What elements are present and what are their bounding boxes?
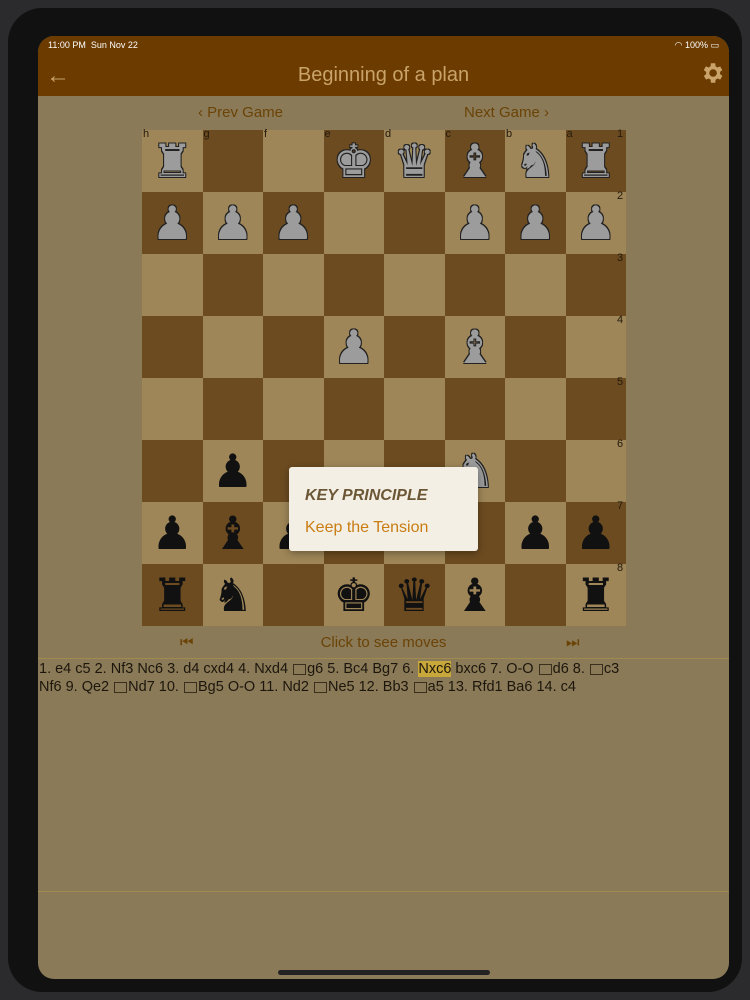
rank-label: 5 [617,376,624,388]
file-label: g [203,128,210,140]
black-piece[interactable]: ♟ [566,502,627,564]
last-move-icon[interactable]: ⏭ [566,634,580,651]
battery-status: ◠ 100% ▭ [674,40,719,50]
next-game-button[interactable]: Next Game › [464,104,549,121]
move-text[interactable]: Bg5 O-O 11. Nd2 [198,679,313,695]
board-square[interactable] [444,378,505,440]
current-move[interactable]: Nxc6 [418,661,452,677]
board-square[interactable] [202,316,263,378]
board-square[interactable] [505,440,566,502]
board-square[interactable] [323,378,384,440]
white-piece[interactable]: ♟ [445,192,506,254]
white-piece[interactable]: ♝ [445,130,506,192]
popup-heading: KEY PRINCIPLE [305,487,428,504]
white-piece[interactable]: ♝ [445,316,506,378]
page-title: Beginning of a plan [297,64,470,86]
white-piece[interactable]: ♟ [505,192,566,254]
board-square[interactable] [263,378,324,440]
gear-icon[interactable] [699,60,725,86]
board-square[interactable] [142,378,203,440]
white-piece[interactable]: ♟ [324,316,385,378]
rank-label: 4 [617,314,624,326]
board-square[interactable] [384,316,445,378]
file-label: f [264,128,268,140]
comment-icon[interactable] [413,681,427,693]
status-bar: 11:00 PM Sun Nov 22 ◠ 100% ▭ [38,36,729,54]
board-square[interactable] [263,254,324,316]
status-time: 11:00 PM Sun Nov 22 [48,40,138,50]
black-piece[interactable]: ♜ [142,564,203,626]
nav-bar: ← Beginning of a plan [38,54,729,96]
tablet-frame: 11:00 PM Sun Nov 22 ◠ 100% ▭ ← Beginning… [8,8,742,992]
move-text[interactable]: a5 13. Rfd1 Ba6 14. c4 [428,679,576,695]
notation-line-2: Nf6 9. Qe2 Nd7 10. Bg5 O-O 11. Nd2 Ne5 1… [39,678,729,696]
move-text[interactable]: Nf6 9. Qe2 [39,679,113,695]
white-piece[interactable]: ♟ [142,192,203,254]
move-controls: ⏮ Click to see moves ⏭ [38,634,729,656]
comment-icon[interactable] [538,663,552,675]
notation-line-1: 1. e4 c5 2. Nf3 Nc6 3. d4 cxd4 4. Nxd4 g… [39,660,729,678]
comment-icon[interactable] [183,681,197,693]
board-square[interactable] [384,192,445,254]
popup-text: Keep the Tension [305,519,429,536]
move-text[interactable]: Nd7 10. [128,679,183,695]
white-piece[interactable]: ♟ [203,192,264,254]
key-principle-popup[interactable]: KEY PRINCIPLE Keep the Tension [289,467,478,551]
white-piece[interactable]: ♜ [566,130,627,192]
move-text[interactable]: d6 8. [553,661,589,677]
board-square[interactable] [444,254,505,316]
black-piece[interactable]: ♞ [203,564,264,626]
comment-icon[interactable] [313,681,327,693]
black-piece[interactable]: ♚ [324,564,385,626]
board-square[interactable] [505,316,566,378]
board-square[interactable] [323,254,384,316]
move-text[interactable]: g6 5. Bc4 Bg7 6. [307,661,418,677]
black-piece[interactable]: ♝ [445,564,506,626]
white-piece[interactable]: ♟ [263,192,324,254]
move-notation[interactable]: 1. e4 c5 2. Nf3 Nc6 3. d4 cxd4 4. Nxd4 g… [38,660,729,696]
white-piece[interactable]: ♚ [324,130,385,192]
move-text[interactable]: bxc6 7. O-O [451,661,537,677]
board-square[interactable] [142,254,203,316]
black-piece[interactable]: ♟ [505,502,566,564]
move-text[interactable]: c3 [604,661,619,677]
comment-icon[interactable] [589,663,603,675]
board-square[interactable] [142,440,203,502]
board-square[interactable] [202,254,263,316]
move-text[interactable]: 1. e4 c5 2. Nf3 Nc6 3. d4 cxd4 4. Nxd4 [39,661,292,677]
comment-icon[interactable] [293,663,307,675]
board-square[interactable] [263,564,324,626]
board-square[interactable] [202,378,263,440]
home-indicator[interactable] [278,970,490,975]
white-piece[interactable]: ♟ [566,192,627,254]
rank-label: 6 [617,438,624,450]
board-square[interactable] [142,316,203,378]
comment-icon[interactable] [114,681,128,693]
black-piece[interactable]: ♟ [203,440,264,502]
board-square[interactable] [505,254,566,316]
board-square[interactable] [202,130,263,192]
board-square[interactable] [263,316,324,378]
game-navigation: ‹ Prev Game Next Game › [38,102,729,124]
board-square[interactable] [384,378,445,440]
board-square[interactable] [505,378,566,440]
divider [38,891,729,892]
board-square[interactable] [505,564,566,626]
board-square[interactable] [323,192,384,254]
app-screen: 11:00 PM Sun Nov 22 ◠ 100% ▭ ← Beginning… [38,36,729,979]
black-piece[interactable]: ♛ [384,564,445,626]
chess-board[interactable]: hgfedcba12345678♜♚♛♝♞♜♟♟♟♟♟♟♟♝♞♟♟♝♟♟♟♜♞♚… [142,128,627,626]
white-piece[interactable]: ♛ [384,130,445,192]
divider [38,658,729,659]
prev-game-button[interactable]: ‹ Prev Game [198,104,283,121]
board-square[interactable] [384,254,445,316]
black-piece[interactable]: ♜ [566,564,627,626]
black-piece[interactable]: ♝ [203,502,264,564]
board-square[interactable] [263,130,324,192]
black-piece[interactable]: ♟ [142,502,203,564]
click-to-see-moves[interactable]: Click to see moves [38,634,729,651]
white-piece[interactable]: ♞ [505,130,566,192]
white-piece[interactable]: ♜ [142,130,203,192]
move-text[interactable]: Ne5 12. Bb3 [328,679,413,695]
